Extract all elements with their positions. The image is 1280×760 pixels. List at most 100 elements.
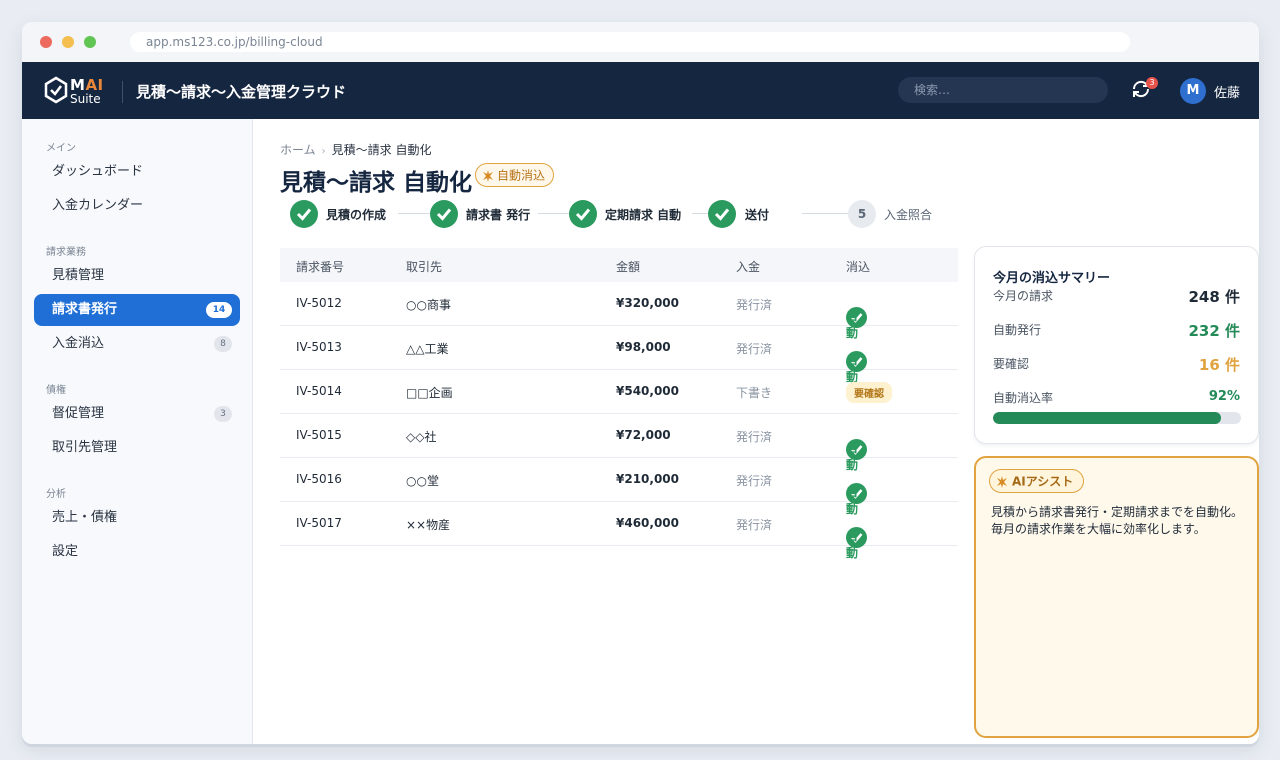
sparkle-icon [997,475,1007,488]
table-row[interactable]: IV-5016 ○○堂 ¥210,000 発行済 自動 [280,458,958,516]
sidebar-item-clients[interactable]: 取引先管理 [34,432,240,464]
breadcrumb: ホーム › 見積〜請求 自動化 [280,141,431,158]
sidebar-item-estimates[interactable]: 見積管理 [34,260,240,292]
invoice-table: 請求番号 取引先 金額 入金 消込 IV-5012 ○○商事 ¥320,000 … [280,248,958,560]
app-window: app.ms123.co.jp/billing-cloud MAI Suite … [22,22,1259,744]
summary-value-invoices: 248 件 [1188,288,1240,306]
step-connector [398,213,430,214]
table-row[interactable]: IV-5012 ○○商事 ¥320,000 発行済 自動 [280,282,958,340]
user-name[interactable]: 佐藤 [1214,82,1240,101]
sidebar-item-label: 入金カレンダー [52,198,144,213]
amount: ¥72,000 [616,428,671,442]
summary-title: 今月の消込サマリー [993,271,1111,286]
client-name: ○○商事 [406,298,451,312]
app-logo[interactable]: MAI Suite [44,76,106,108]
sidebar-item-dunning[interactable]: 督促管理 3 [34,398,240,430]
column-header-payment[interactable]: 入金 [736,258,760,275]
sidebar-item-payment-reconcile[interactable]: 入金消込 8 [34,328,240,360]
sidebar-item-label: 売上・債権 [52,510,118,525]
address-bar[interactable]: app.ms123.co.jp/billing-cloud [130,32,1130,52]
maximize-window-button[interactable] [84,36,96,48]
sparkle-icon [483,169,493,182]
step-label-payment-match: 入金照合 [884,208,933,222]
summary-value-auto-issued: 232 件 [1188,322,1240,340]
step-label-send: 送付 [745,208,770,222]
client-name: ○○堂 [406,474,439,488]
notification-badge: 3 [1146,77,1158,89]
summary-label-needs-review: 要確認 [993,357,1030,371]
breadcrumb-current: 見積〜請求 自動化 [331,143,432,157]
check-circle-icon [708,200,736,228]
summary-value-needs-review: 16 件 [1198,356,1240,374]
amount: ¥98,000 [616,340,671,354]
needs-review-badge[interactable]: 要確認 [846,382,892,403]
minimize-window-button[interactable] [62,36,74,48]
step-connector [692,213,708,214]
auto-reconcile-badge: 自動消込 [475,163,555,187]
column-header-amount[interactable]: 金額 [616,258,640,275]
invoice-id: IV-5014 [296,384,342,398]
invoice-id: IV-5016 [296,472,342,486]
payment-status: 発行済 [736,430,773,444]
check-circle-icon [290,200,318,228]
step-label-recurring: 定期請求 自動 [605,208,682,222]
ai-assist-card: AIアシスト 見積から請求書発行・定期請求までを自動化。 毎月の請求作業を大幅に… [974,456,1259,738]
sidebar-item-label: 請求書発行 [52,302,118,317]
sidebar-item-settings[interactable]: 設定 [34,536,240,568]
check-circle-icon [430,200,458,228]
step-number-5: 5 [848,200,876,228]
client-name: ××物産 [406,518,451,532]
search-input[interactable]: 検索… [898,77,1108,103]
sidebar-item-label: 見積管理 [52,268,105,283]
amount: ¥540,000 [616,384,680,398]
summary-label-invoices: 今月の請求 [993,289,1054,303]
amount: ¥210,000 [616,472,680,486]
invoice-id: IV-5015 [296,428,342,442]
nav-section-billing: 請求業務 [46,247,86,258]
avatar[interactable]: M [1180,78,1206,104]
check-circle-icon [569,200,597,228]
payment-status: 発行済 [736,298,773,312]
sidebar-item-dashboard[interactable]: ダッシュボード [34,156,240,188]
table-row[interactable]: IV-5015 ◇◇社 ¥72,000 発行済 自動 [280,414,958,472]
step-label-invoice: 請求書 発行 [466,208,531,222]
table-row[interactable]: IV-5013 △△工業 ¥98,000 発行済 自動 [280,326,958,384]
page-title: 見積〜請求 自動化 [280,170,473,196]
column-header-client[interactable]: 取引先 [406,258,442,275]
invoice-id: IV-5017 [296,516,342,530]
count-badge: 3 [214,406,232,422]
summary-label-auto-issued: 自動発行 [993,323,1042,337]
reconcile-summary-card: 今月の消込サマリー 今月の請求 248 件 自動発行 232 件 要確認 16 … [974,246,1259,444]
summary-label-rate: 自動消込率 [993,391,1054,405]
sidebar-item-label: 取引先管理 [52,440,118,455]
sidebar-item-label: 督促管理 [52,406,105,421]
summary-value-rate: 92% [1208,389,1240,404]
payment-status: 発行済 [736,342,773,356]
payment-status: 発行済 [736,518,773,532]
sidebar-item-payment-calendar[interactable]: 入金カレンダー [34,190,240,222]
table-row[interactable]: IV-5017 ××物産 ¥460,000 発行済 自動 [280,502,958,560]
table-row[interactable]: IV-5014 □□企画 ¥540,000 下書き 要確認 [280,370,958,414]
column-header-invoice-no[interactable]: 請求番号 [296,258,344,275]
nav-section-analytics: 分析 [46,489,66,500]
column-header-reconcile[interactable]: 消込 [846,258,870,275]
sidebar-item-label: ダッシュボード [52,164,144,179]
amount: ¥460,000 [616,516,680,530]
browser-chrome: app.ms123.co.jp/billing-cloud [22,22,1259,62]
sidebar-item-sales-receivables[interactable]: 売上・債権 [34,502,240,534]
step-label-estimate: 見積の作成 [326,208,387,222]
main-content: ホーム › 見積〜請求 自動化 見積〜請求 自動化 自動消込 見積の作成 請求書 発… [254,119,1259,744]
ai-assist-badge[interactable]: AIアシスト [989,469,1085,493]
app-title: 見積〜請求〜入金管理クラウド [136,83,347,101]
payment-status: 発行済 [736,474,773,488]
breadcrumb-home[interactable]: ホーム [280,143,316,157]
close-window-button[interactable] [40,36,52,48]
sidebar-item-invoice-issue[interactable]: 請求書発行 14 [34,294,240,326]
auto-reconcile-progress-bar [993,412,1241,424]
sidebar-item-label: 設定 [52,544,79,559]
logo-suite-text: Suite [70,92,101,106]
invoice-id: IV-5012 [296,296,342,310]
ai-assist-line: 毎月の請求作業を大幅に効率化します。 [991,522,1206,536]
workflow-steps: 見積の作成 請求書 発行 定期請求 自動 送付 5 入金照合 [290,198,960,230]
ai-assist-line: 見積から請求書発行・定期請求までを自動化。 [991,505,1244,519]
